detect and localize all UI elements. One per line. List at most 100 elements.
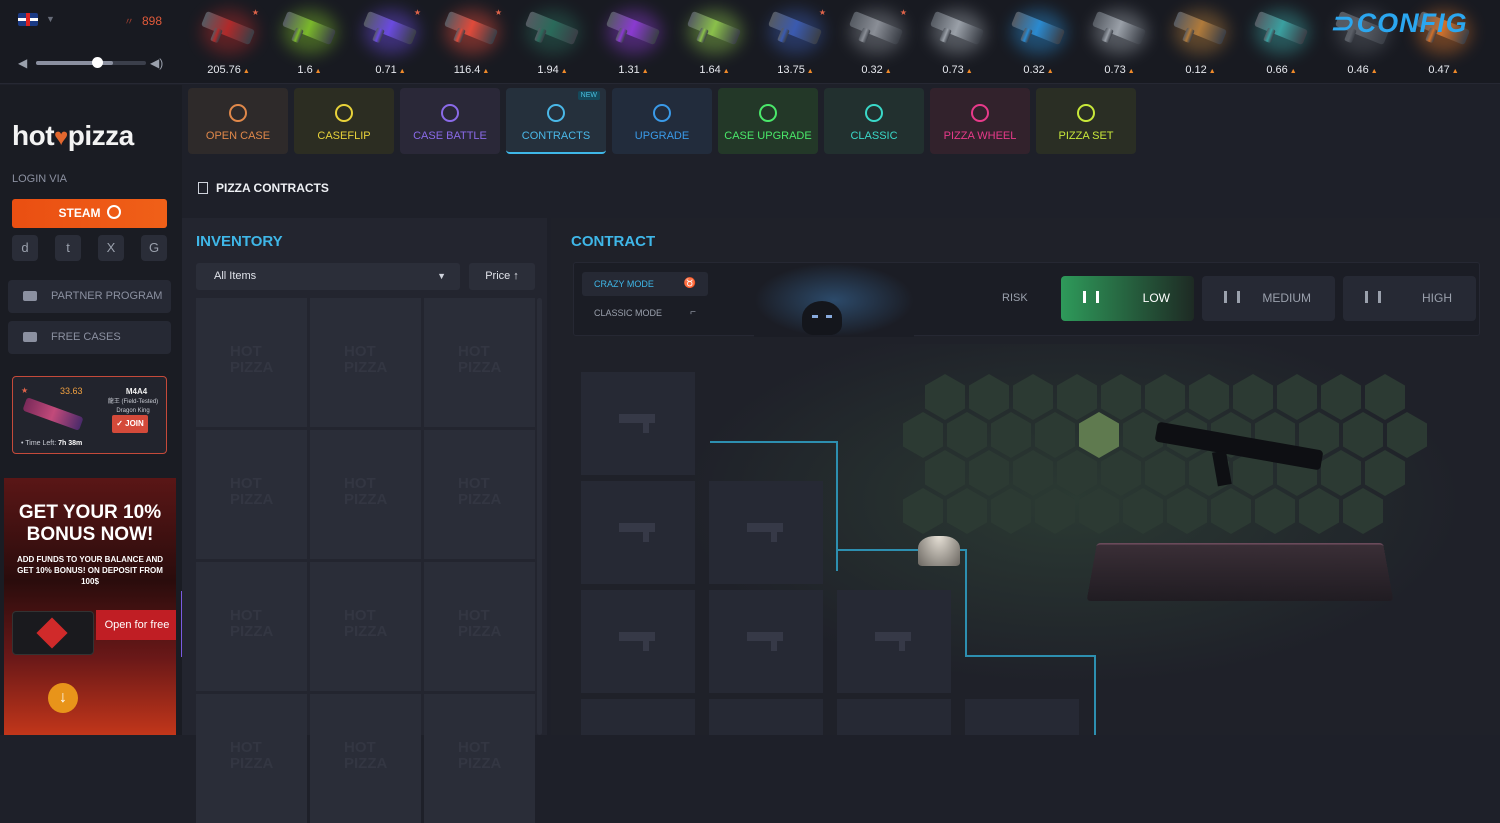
hex-tile xyxy=(1299,488,1339,534)
download-arrow-icon[interactable]: ↓ xyxy=(48,683,78,713)
giveaway-card[interactable]: ★ 33.63 M4A4 龍王 (Field-Tested) Dragon Kin… xyxy=(12,376,167,454)
mode-label: PIZZA WHEEL xyxy=(943,130,1017,142)
tab-classic[interactable]: CLASSIC xyxy=(824,88,924,154)
partner-program-link[interactable]: PARTNER PROGRAM xyxy=(8,280,171,313)
classic-mode-option[interactable]: CLASSIC MODE ⌐ xyxy=(582,301,708,325)
crazy-mode-option[interactable]: CRAZY MODE ♉ xyxy=(582,272,708,296)
drop-price: 1.31 xyxy=(593,64,674,76)
tab-pizza-set[interactable]: PIZZA SET xyxy=(1036,88,1136,154)
recent-drop-item[interactable]: ★ 205.76 xyxy=(188,0,269,84)
risk-low-button[interactable]: LOW xyxy=(1061,276,1194,321)
volume-high-icon[interactable]: ◀) xyxy=(150,56,163,70)
hex-tile xyxy=(1013,450,1053,496)
chevron-down-icon[interactable]: ▼ xyxy=(46,14,55,24)
recent-drop-item[interactable]: 0.66 xyxy=(1241,0,1322,84)
contract-title: CONTRACT xyxy=(571,233,656,250)
tab-contracts[interactable]: CONTRACTS NEW xyxy=(506,88,606,154)
x-button[interactable]: X xyxy=(98,235,124,261)
demon-head xyxy=(802,301,842,335)
tab-caseflip[interactable]: CASEFLIP xyxy=(294,88,394,154)
steam-login-button[interactable]: STEAM xyxy=(12,199,167,228)
hex-tile xyxy=(1255,488,1295,534)
recent-drop-item[interactable]: ★ 0.71 xyxy=(350,0,431,84)
risk-bars-icon xyxy=(1365,291,1381,303)
volume-low-icon[interactable]: ◀ xyxy=(18,56,27,70)
inventory-slot[interactable]: HOT PIZZA xyxy=(310,298,421,427)
contract-slot[interactable] xyxy=(709,590,823,693)
recent-drop-item[interactable]: ★ 0.32 xyxy=(836,0,917,84)
page-title: PIZZA CONTRACTS xyxy=(198,181,329,195)
recent-drop-item[interactable]: 0.12 xyxy=(1160,0,1241,84)
discord-button[interactable]: d xyxy=(12,235,38,261)
inventory-slot[interactable]: HOT PIZZA xyxy=(196,430,307,559)
bonus-promo-banner[interactable]: GET YOUR 10% BONUS NOW! ADD FUNDS TO YOU… xyxy=(4,478,176,735)
inventory-slot[interactable]: HOT PIZZA xyxy=(196,694,307,823)
promo-title: GET YOUR 10% BONUS NOW! xyxy=(18,502,162,545)
volume-slider[interactable] xyxy=(36,57,146,68)
recent-drop-item[interactable]: 0.73 xyxy=(917,0,998,84)
open-for-free-button[interactable]: Open for free xyxy=(96,610,176,640)
tab-upgrade[interactable]: UPGRADE xyxy=(612,88,712,154)
join-button[interactable]: ✓ JOIN xyxy=(112,415,148,433)
drop-price: 0.73 xyxy=(1079,64,1160,76)
pistol-placeholder-icon xyxy=(619,632,655,651)
risk-medium-button[interactable]: MEDIUM xyxy=(1202,276,1335,321)
mode-label: CASE UPGRADE xyxy=(724,130,812,142)
recent-drop-item[interactable]: 1.94 xyxy=(512,0,593,84)
contract-slot[interactable] xyxy=(837,590,951,693)
risk-high-button[interactable]: HIGH xyxy=(1343,276,1476,321)
tab-pizza-wheel[interactable]: PIZZA WHEEL xyxy=(930,88,1030,154)
recent-drop-item[interactable]: 0.73 xyxy=(1079,0,1160,84)
recent-drop-item[interactable]: 1.64 xyxy=(674,0,755,84)
contract-slot[interactable] xyxy=(965,699,1079,735)
connector-line xyxy=(1094,655,1096,735)
price-sort-button[interactable]: Price ↑ xyxy=(469,263,535,290)
pistol-icon: ⌐ xyxy=(690,307,696,318)
tab-case-upgrade[interactable]: CASE UPGRADE xyxy=(718,88,818,154)
config-logo[interactable]: ⊃ CONFIG xyxy=(1330,8,1468,39)
inventory-scrollbar[interactable] xyxy=(537,298,542,735)
recent-drop-item[interactable]: ★ 13.75 xyxy=(755,0,836,84)
site-logo[interactable]: hot♥pizza xyxy=(12,120,134,152)
contract-slot[interactable] xyxy=(581,372,695,475)
inventory-slot[interactable]: HOT PIZZA xyxy=(424,298,535,427)
recent-drop-item[interactable]: 1.31 xyxy=(593,0,674,84)
free-cases-link[interactable]: FREE CASES xyxy=(8,321,171,354)
contract-slot[interactable] xyxy=(709,699,823,735)
google-icon: G xyxy=(148,240,160,255)
tab-case-battle[interactable]: CASE BATTLE xyxy=(400,88,500,154)
inventory-slot[interactable]: HOT PIZZA xyxy=(310,430,421,559)
drop-price: 0.32 xyxy=(998,64,1079,76)
hot-pizza-watermark: HOT PIZZA xyxy=(230,343,274,376)
inventory-filter-select[interactable]: All Items ▼ xyxy=(196,263,460,290)
hex-tile xyxy=(1101,374,1141,420)
tab-open-case[interactable]: OPEN CASE xyxy=(188,88,288,154)
inventory-slot[interactable]: HOT PIZZA xyxy=(424,562,535,691)
inventory-slot[interactable]: HOT PIZZA xyxy=(310,694,421,823)
giveaway-skin: 龍王 (Field-Tested) Dragon King xyxy=(101,398,165,416)
inventory-slot[interactable]: HOT PIZZA xyxy=(424,430,535,559)
google-button[interactable]: G xyxy=(141,235,167,261)
language-flag-icon[interactable] xyxy=(18,13,38,26)
recent-drop-item[interactable]: ★ 116.4 xyxy=(431,0,512,84)
contract-slot[interactable] xyxy=(581,699,695,735)
hot-pizza-watermark: HOT PIZZA xyxy=(344,607,388,640)
twitch-button[interactable]: t xyxy=(55,235,81,261)
recent-drop-item[interactable]: 1.6 xyxy=(269,0,350,84)
contract-slot[interactable] xyxy=(581,481,695,584)
contract-slot[interactable] xyxy=(581,590,695,693)
contract-slot[interactable] xyxy=(709,481,823,584)
inventory-slot[interactable]: HOT PIZZA xyxy=(310,562,421,691)
contract-slot[interactable] xyxy=(837,699,951,735)
volume-knob[interactable] xyxy=(91,57,103,68)
drop-price: 0.66 xyxy=(1241,64,1322,76)
recent-drop-item[interactable]: 0.32 xyxy=(998,0,1079,84)
pistol-placeholder-icon xyxy=(747,523,783,542)
risk-label: RISK xyxy=(1002,292,1028,304)
inventory-slot[interactable]: HOT PIZZA xyxy=(196,562,307,691)
inventory-slot[interactable]: HOT PIZZA xyxy=(424,694,535,823)
risk-medium-label: MEDIUM xyxy=(1262,291,1311,305)
inventory-slot[interactable]: HOT PIZZA xyxy=(196,298,307,427)
partner-program-label: PARTNER PROGRAM xyxy=(51,290,163,302)
hex-tile xyxy=(903,412,943,458)
